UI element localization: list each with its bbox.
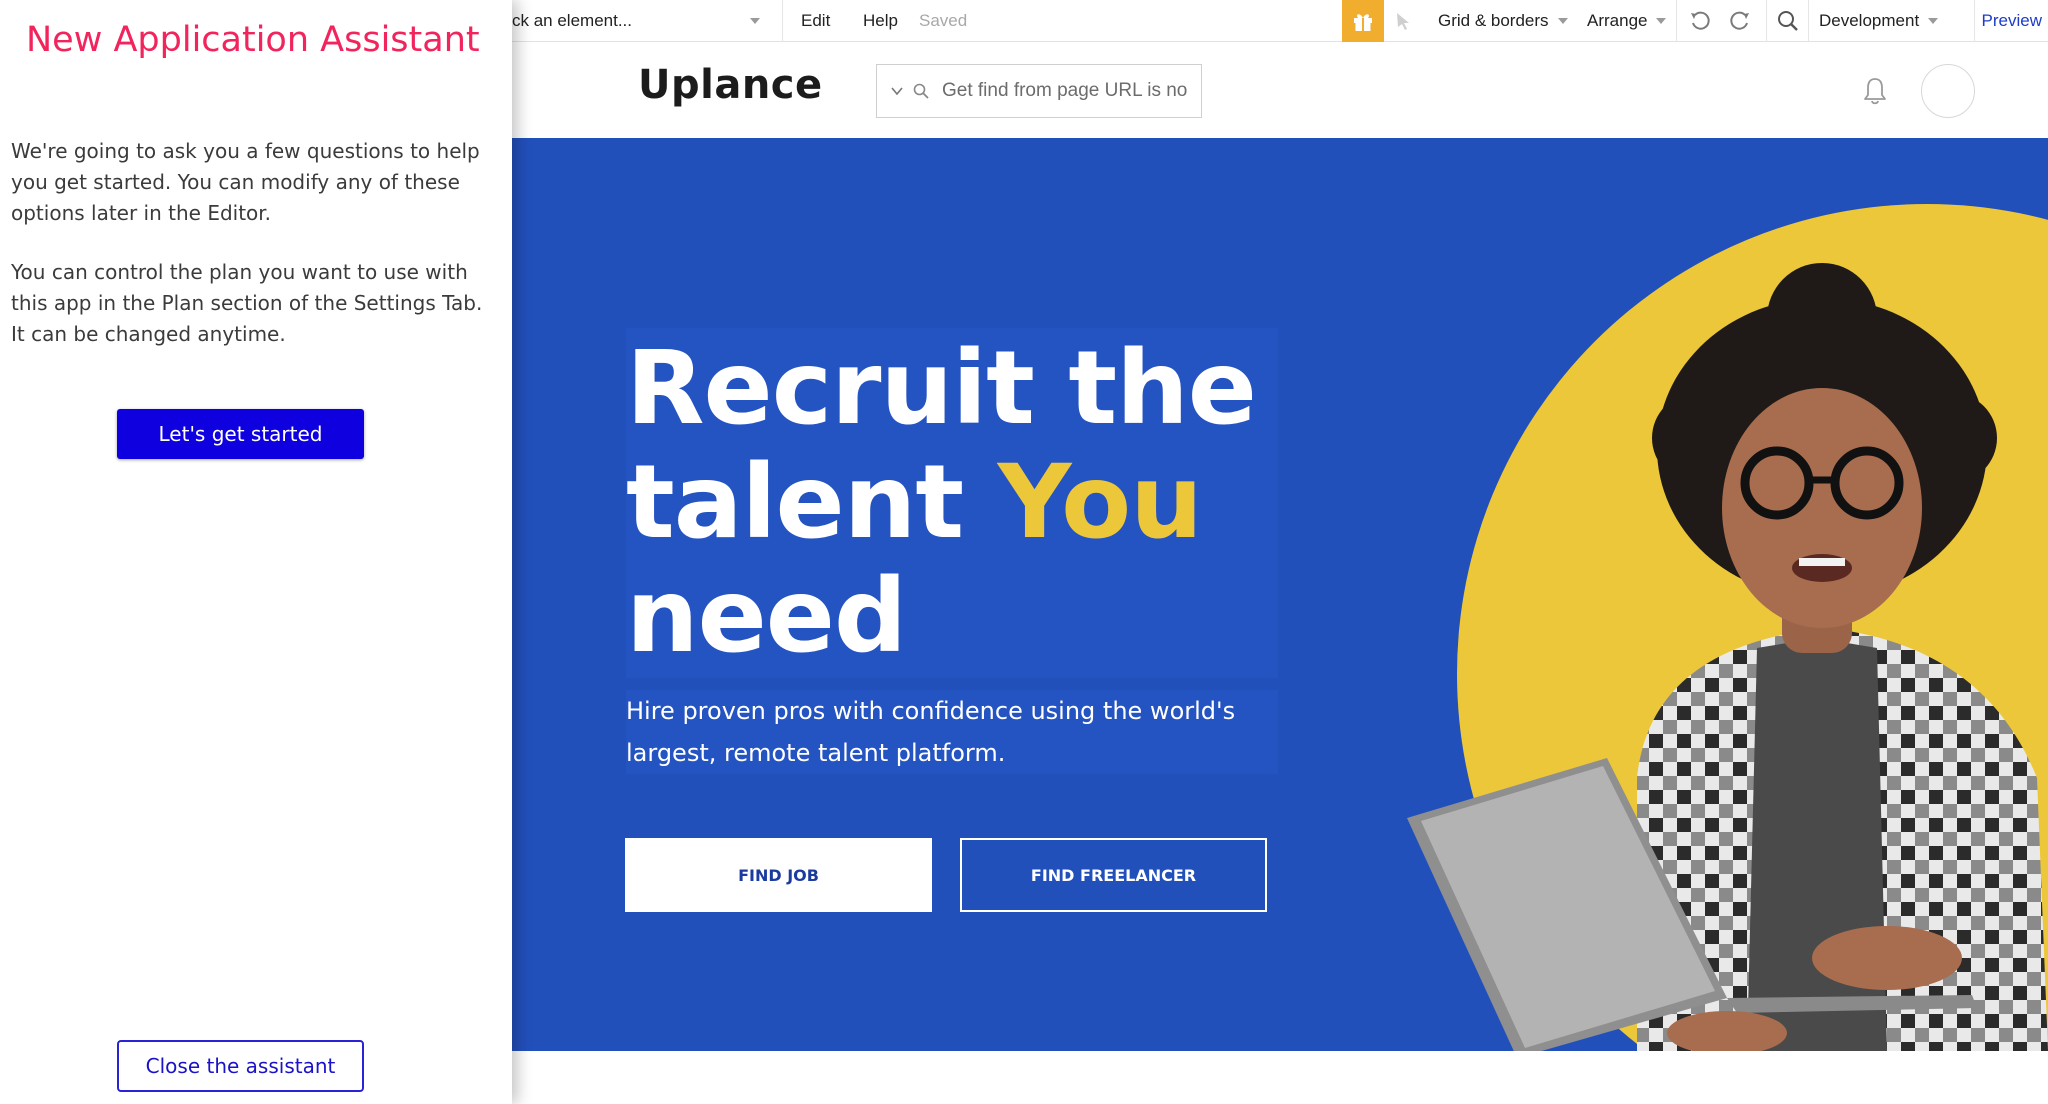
- assistant-intro-text: We're going to ask you a few questions t…: [11, 139, 480, 225]
- search-icon: [913, 83, 929, 99]
- find-job-button[interactable]: FIND JOB: [625, 838, 932, 912]
- development-dropdown[interactable]: Development: [1819, 0, 1939, 42]
- hero-subtitle: Hire proven pros with confidence using t…: [626, 690, 1278, 774]
- gift-icon: [1354, 14, 1372, 31]
- hero-person-image: [1407, 263, 2048, 1051]
- pointer-tool[interactable]: [1394, 0, 1414, 42]
- headline-highlight: You: [997, 443, 1203, 562]
- redo-button[interactable]: [1728, 0, 1752, 42]
- gift-button[interactable]: [1342, 0, 1384, 42]
- get-started-button[interactable]: Let's get started: [117, 409, 364, 459]
- search-bar[interactable]: [876, 64, 1202, 118]
- page-body: [512, 1051, 2048, 1104]
- search-icon: [1778, 11, 1798, 31]
- chevron-down-icon: [1557, 18, 1568, 24]
- undo-button[interactable]: [1688, 0, 1712, 42]
- undo-icon: [1691, 11, 1710, 30]
- grid-borders-label: Grid & borders: [1438, 11, 1549, 30]
- cursor-arrow-icon: [1397, 13, 1409, 30]
- divider: [1766, 0, 1767, 42]
- chevron-down-icon: [750, 18, 760, 24]
- help-menu[interactable]: Help: [863, 0, 898, 42]
- find-freelancer-button[interactable]: FIND FREELANCER: [960, 838, 1267, 912]
- grid-borders-menu[interactable]: Grid & borders: [1438, 0, 1568, 42]
- arrange-menu[interactable]: Arrange: [1587, 0, 1667, 42]
- assistant-plan-text: You can control the plan you want to use…: [11, 260, 483, 346]
- redo-icon: [1730, 11, 1749, 30]
- site-header: Uplance: [512, 42, 2048, 138]
- assistant-title: New Application Assistant: [26, 20, 480, 60]
- element-picker-dropdown[interactable]: ck an element...: [512, 0, 774, 42]
- editor-window: ck an element... Edit Help Saved Grid & …: [0, 0, 2048, 1104]
- site-logo[interactable]: Uplance: [638, 62, 823, 108]
- save-status: Saved: [919, 11, 968, 30]
- divider: [1808, 0, 1809, 42]
- chevron-down-icon: [1656, 18, 1667, 24]
- editor-toolbar: ck an element... Edit Help Saved Grid & …: [512, 0, 2048, 42]
- bell-icon[interactable]: [1861, 76, 1889, 106]
- divider: [782, 0, 783, 42]
- search-input[interactable]: [942, 80, 1192, 102]
- search-button[interactable]: [1776, 0, 1800, 42]
- chevron-down-icon: [1928, 18, 1939, 24]
- close-assistant-button[interactable]: Close the assistant: [117, 1040, 364, 1092]
- preview-link[interactable]: Preview: [1967, 0, 2048, 42]
- divider: [1676, 0, 1677, 42]
- chevron-down-icon[interactable]: [891, 85, 903, 97]
- development-label: Development: [1819, 11, 1920, 30]
- arrange-label: Arrange: [1587, 11, 1648, 30]
- avatar[interactable]: [1921, 64, 1975, 118]
- assistant-panel: New Application Assistant We're going to…: [0, 0, 512, 1104]
- edit-menu[interactable]: Edit: [801, 0, 830, 42]
- hero-headline: Recruit the talent You need: [626, 328, 1278, 678]
- hero-section: Recruit the talent You need Hire proven …: [512, 138, 2048, 1051]
- headline-text-end: need: [626, 557, 907, 676]
- element-picker-label: ck an element...: [512, 11, 633, 30]
